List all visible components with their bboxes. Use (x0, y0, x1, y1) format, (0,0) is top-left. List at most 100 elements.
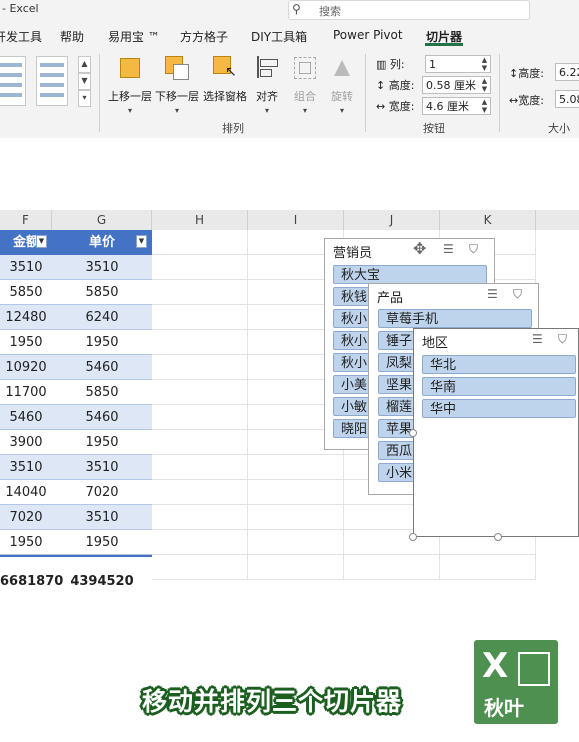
gallery-more-icon[interactable]: ▾ (78, 90, 91, 107)
clear-filter-icon[interactable]: ⛉ (469, 242, 478, 257)
grid-cell[interactable] (152, 555, 248, 580)
grid-cell[interactable] (152, 230, 248, 255)
align-button[interactable]: 对齐 ▾ (253, 56, 281, 115)
rotate-button[interactable]: 旋转 ▾ (328, 56, 356, 115)
resize-handle[interactable] (409, 533, 417, 541)
table-cell[interactable]: 1950 (0, 330, 52, 355)
grid-cell[interactable] (248, 480, 344, 505)
slicer-item[interactable]: 华中 (422, 399, 576, 418)
table-cell[interactable]: 5460 (0, 405, 52, 430)
table-cell[interactable]: 6240 (52, 305, 152, 330)
table-cell[interactable]: 10920 (0, 355, 52, 380)
resize-handle[interactable] (494, 533, 502, 541)
table-cell[interactable]: 1950 (52, 430, 152, 455)
grid-cell[interactable] (248, 530, 344, 555)
grid-cell[interactable] (152, 505, 248, 530)
tab-help[interactable]: 帮助 (60, 28, 84, 45)
send-backward-button[interactable]: 下移一层 ▾ (155, 56, 199, 115)
table-cell[interactable]: 5850 (52, 380, 152, 405)
spinner-icon[interactable]: ▲ ▼ (479, 77, 490, 93)
selection-pane-button[interactable]: ↖ 选择窗格 (202, 56, 248, 104)
multi-select-icon[interactable]: ☰ (487, 287, 498, 301)
grid-cell[interactable] (152, 305, 248, 330)
table-total-cell[interactable]: 4394520 (52, 569, 152, 594)
table-cell[interactable]: 5850 (52, 280, 152, 305)
button-width-field[interactable]: 4.6 厘米 ▲ ▼ (422, 97, 491, 115)
column-header[interactable]: G (52, 210, 152, 230)
table-cell[interactable]: 12480 (0, 305, 52, 330)
tab-yiyongbao[interactable]: 易用宝 ™ (108, 28, 160, 45)
grid-cell[interactable] (152, 480, 248, 505)
table-header[interactable]: 单价 ▼ (52, 230, 152, 255)
tab-fangfanggezi[interactable]: 方方格子 (180, 28, 228, 45)
size-width-field[interactable]: 5.08 (555, 90, 579, 108)
table-cell[interactable]: 7020 (52, 480, 152, 505)
grid-cell[interactable] (344, 555, 440, 580)
slicer-item[interactable]: 华北 (422, 355, 576, 374)
table-cell[interactable]: 11700 (0, 380, 52, 405)
grid-cell[interactable] (152, 330, 248, 355)
button-height-field[interactable]: 0.58 厘米 ▲ ▼ (422, 76, 491, 94)
column-header[interactable]: F (0, 210, 52, 230)
gallery-up-icon[interactable]: ▲ (78, 56, 91, 73)
table-cell[interactable]: 1950 (0, 530, 52, 555)
bring-forward-button[interactable]: 上移一层 ▾ (108, 56, 152, 115)
table-cell[interactable]: 3510 (52, 455, 152, 480)
table-cell[interactable]: 5460 (52, 355, 152, 380)
filter-dropdown-icon[interactable]: ▼ (36, 235, 47, 248)
clear-filter-icon[interactable]: ⛉ (558, 332, 567, 347)
column-header[interactable]: I (248, 210, 344, 230)
table-cell[interactable]: 7020 (0, 505, 52, 530)
slicer-style-gallery[interactable]: ▲ ▼ ▾ (0, 56, 91, 107)
grid-cell[interactable] (152, 255, 248, 280)
grid-cell[interactable] (152, 280, 248, 305)
column-header[interactable]: J (344, 210, 440, 230)
grid-cell[interactable] (152, 455, 248, 480)
table-cell[interactable]: 14040 (0, 480, 52, 505)
column-header[interactable]: H (152, 210, 248, 230)
grid-cell[interactable] (152, 380, 248, 405)
columns-field[interactable]: 1 ▲ ▼ (425, 55, 491, 73)
grid-cell[interactable] (152, 405, 248, 430)
spinner-icon[interactable]: ▲ ▼ (479, 56, 490, 72)
table-header[interactable]: 金额 ▼ (0, 230, 52, 255)
grid-cell[interactable] (152, 530, 248, 555)
multi-select-icon[interactable]: ☰ (443, 242, 454, 256)
table-cell[interactable]: 3510 (0, 255, 52, 280)
resize-handle[interactable] (409, 429, 417, 437)
size-height-field[interactable]: 6.22 (555, 63, 579, 81)
table-total-cell[interactable]: 6681870 (0, 569, 63, 594)
search-box[interactable]: ⚲ 搜索 (288, 0, 530, 20)
formula-bar[interactable] (0, 178, 579, 211)
slicer-region[interactable]: 地区 ☰ ⛉ 华北 华南 华中 (413, 328, 579, 537)
column-header[interactable]: K (440, 210, 536, 230)
clear-filter-icon[interactable]: ⛉ (513, 287, 522, 302)
slicer-item[interactable]: 秋大宝 (333, 265, 487, 284)
gallery-down-icon[interactable]: ▼ (78, 73, 91, 90)
style-thumb[interactable] (0, 56, 26, 106)
tab-power-pivot[interactable]: Power Pivot (333, 28, 403, 42)
grid-cell[interactable] (152, 355, 248, 380)
spinner-icon[interactable]: ▲ ▼ (479, 98, 490, 114)
table-cell[interactable]: 3510 (52, 255, 152, 280)
table-cell[interactable]: 5460 (52, 405, 152, 430)
table-cell[interactable]: 3510 (52, 505, 152, 530)
table-cell[interactable]: 1950 (52, 530, 152, 555)
slicer-item[interactable]: 草莓手机 (378, 309, 532, 328)
filter-dropdown-icon[interactable]: ▼ (136, 235, 147, 248)
grid-cell[interactable] (248, 505, 344, 530)
grid-cell[interactable] (152, 430, 248, 455)
grid-cell[interactable] (248, 555, 344, 580)
slicer-item[interactable]: 华南 (422, 377, 576, 396)
table-cell[interactable]: 3900 (0, 430, 52, 455)
table-cell[interactable]: 5850 (0, 280, 52, 305)
table-cell[interactable]: 1950 (52, 330, 152, 355)
tab-developer[interactable]: 开发工具 (0, 28, 42, 45)
style-thumb[interactable] (36, 56, 68, 106)
grid-cell[interactable] (248, 455, 344, 480)
table-cell[interactable]: 3510 (0, 455, 52, 480)
multi-select-icon[interactable]: ☰ (532, 332, 543, 346)
tab-diy-toolbox[interactable]: DIY工具箱 (251, 28, 307, 45)
grid-cell[interactable] (440, 555, 536, 580)
group-button[interactable]: 组合 ▾ (291, 56, 319, 115)
